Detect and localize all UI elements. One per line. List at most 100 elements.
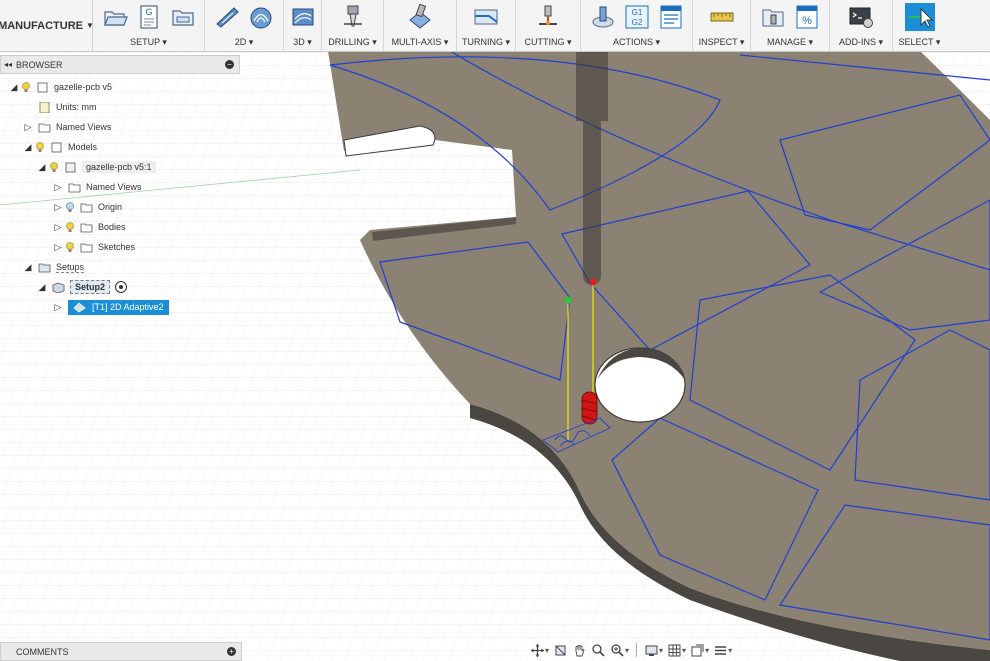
tree-item-component-named-views[interactable]: ▷ Named Views (52, 177, 141, 197)
actions-g1-glyph: G1 (631, 8, 642, 17)
grid-snaps-icon[interactable]: ▾ (667, 643, 686, 658)
collapsed-triangle-icon[interactable]: ▷ (52, 182, 64, 193)
tree-item-operation[interactable]: ▷ [T1] 2D Adaptive2 (52, 297, 169, 317)
hole-feature (595, 348, 685, 422)
browser-header[interactable]: ◂◂ BROWSER − (0, 55, 240, 74)
open-folder-icon[interactable] (101, 3, 129, 31)
expanded-triangle-icon[interactable]: ◢ (36, 282, 48, 293)
tree-item-named-views[interactable]: ▷ Named Views (22, 117, 111, 137)
multi-axis-menu[interactable]: MULTI-AXIS ▾ (384, 37, 456, 48)
templates-icon[interactable]: % (793, 3, 821, 31)
measure-icon[interactable] (708, 3, 736, 31)
turning-menu[interactable]: TURNING ▾ (457, 37, 515, 48)
look-at-icon[interactable] (553, 643, 568, 658)
2d-adaptive-operation-icon (73, 302, 86, 313)
new-setup-icon[interactable]: G (135, 3, 163, 31)
collapsed-triangle-icon[interactable]: ▷ (52, 242, 64, 253)
tree-item-root[interactable]: ◢ gazelle-pcb v5 (8, 77, 112, 97)
collapsed-triangle-icon[interactable]: ▷ (52, 202, 64, 213)
simulate-icon[interactable] (589, 3, 617, 31)
component-named-views-label: Named Views (86, 182, 141, 192)
select-menu[interactable]: SELECT ▾ (893, 37, 946, 48)
turning-icon[interactable] (472, 3, 500, 31)
orbit-move-icon[interactable]: ▾ (530, 643, 549, 658)
expanded-triangle-icon[interactable]: ◢ (22, 142, 34, 153)
viewports-icon[interactable]: ▾ (690, 643, 709, 658)
expanded-triangle-icon[interactable]: ◢ (36, 162, 48, 173)
lightbulb-on-icon[interactable] (48, 161, 60, 173)
setup-sheet-icon[interactable] (657, 3, 685, 31)
tree-item-models[interactable]: ◢ Models (22, 137, 97, 157)
cutting-icon[interactable] (534, 3, 562, 31)
manage-menu[interactable]: MANAGE ▾ (751, 37, 829, 48)
environment-icon[interactable]: ▾ (713, 643, 732, 658)
folder-icon (80, 242, 93, 253)
collapse-arrows-icon[interactable]: ◂◂ (4, 60, 12, 69)
display-settings-icon[interactable]: ▾ (644, 643, 663, 658)
operation-selected[interactable]: [T1] 2D Adaptive2 (68, 300, 169, 315)
operation-label: [T1] 2D Adaptive2 (92, 302, 164, 312)
add-ins-menu[interactable]: ADD-INS ▾ (830, 37, 892, 48)
2d-menu[interactable]: 2D ▾ (205, 37, 283, 48)
post-process-icon[interactable]: G1G2 (623, 3, 651, 31)
toolbar-group-inspect: INSPECT ▾ (693, 0, 751, 51)
tree-item-origin[interactable]: ▷ Origin (52, 197, 122, 217)
lightbulb-on-icon[interactable] (34, 141, 46, 153)
models-icon (50, 142, 63, 153)
setup-g-glyph: G (145, 7, 152, 17)
drilling-menu[interactable]: DRILLING ▾ (322, 37, 383, 48)
toolbar-group-select: SELECT ▾ (893, 0, 946, 51)
comments-panel[interactable]: COMMENTS + (0, 642, 242, 661)
actions-menu[interactable]: ACTIONS ▾ (581, 37, 692, 48)
activate-radio-icon[interactable] (115, 281, 127, 293)
tree-item-component[interactable]: ◢ gazelle-pcb v5:1 (36, 157, 156, 177)
lightbulb-on-icon[interactable] (64, 221, 76, 233)
models-label: Models (68, 142, 97, 152)
toolbar-group-2d: 2D ▾ (205, 0, 284, 51)
toolbar-group-3d: 3D ▾ (284, 0, 322, 51)
pan-hand-icon[interactable] (572, 643, 587, 658)
select-cursor-icon[interactable] (905, 3, 935, 31)
add-comment-icon[interactable]: + (227, 647, 236, 656)
2d-pocket-icon[interactable] (247, 3, 275, 31)
folder-nc-icon[interactable] (169, 3, 197, 31)
3d-adaptive-icon[interactable] (289, 3, 317, 31)
collapsed-triangle-icon[interactable]: ▷ (52, 222, 64, 233)
zoom-icon[interactable]: ▾ (610, 643, 629, 658)
multi-axis-icon[interactable] (406, 3, 434, 31)
toolbar-group-cutting: CUTTING ▾ (516, 0, 581, 51)
drill-icon[interactable] (339, 3, 367, 31)
toolbar: MANUFACTURE▼ G SETUP ▾ 2D ▾ 3D ▾ DRILLIN… (0, 0, 990, 52)
comments-title: COMMENTS (16, 647, 69, 657)
expanded-triangle-icon[interactable]: ◢ (8, 82, 20, 93)
lightbulb-on-icon[interactable] (20, 81, 32, 93)
lightbulb-on-icon[interactable] (64, 241, 76, 253)
inspect-menu[interactable]: INSPECT ▾ (693, 37, 750, 48)
tool-library-icon[interactable] (759, 3, 787, 31)
toolbar-group-addins: ADD-INS ▾ (830, 0, 893, 51)
collapsed-triangle-icon[interactable]: ▷ (52, 302, 64, 313)
folder-icon (38, 122, 51, 133)
tree-item-setups[interactable]: ◢ Setups (22, 257, 84, 277)
scripts-addins-icon[interactable] (847, 3, 875, 31)
tree-item-sketches[interactable]: ▷ Sketches (52, 237, 135, 257)
units-label: Units: mm (56, 102, 97, 112)
setup2-label: Setup2 (70, 280, 110, 294)
3d-menu[interactable]: 3D ▾ (284, 37, 321, 48)
minimize-icon[interactable]: − (225, 60, 234, 69)
tree-item-units[interactable]: Units: mm (38, 97, 97, 117)
expanded-triangle-icon[interactable]: ◢ (22, 262, 34, 273)
tree-item-setup2[interactable]: ◢ Setup2 (36, 277, 127, 297)
collapsed-triangle-icon[interactable]: ▷ (22, 122, 34, 133)
setup-menu[interactable]: SETUP ▾ (93, 37, 204, 48)
browser-panel: ◂◂ BROWSER − ◢ gazelle-pcb v5 Units: mm … (0, 55, 240, 74)
toolbar-group-multiaxis: MULTI-AXIS ▾ (384, 0, 457, 51)
tree-item-bodies[interactable]: ▷ Bodies (52, 217, 126, 237)
zoom-window-icon[interactable] (591, 643, 606, 658)
lightbulb-off-icon[interactable] (64, 201, 76, 213)
2d-adaptive-icon[interactable] (213, 3, 241, 31)
workspace-switcher[interactable]: MANUFACTURE▼ (0, 0, 93, 51)
cutting-menu[interactable]: CUTTING ▾ (516, 37, 580, 48)
canvas-viewport[interactable] (0, 51, 990, 661)
setups-label: Setups (56, 262, 84, 273)
